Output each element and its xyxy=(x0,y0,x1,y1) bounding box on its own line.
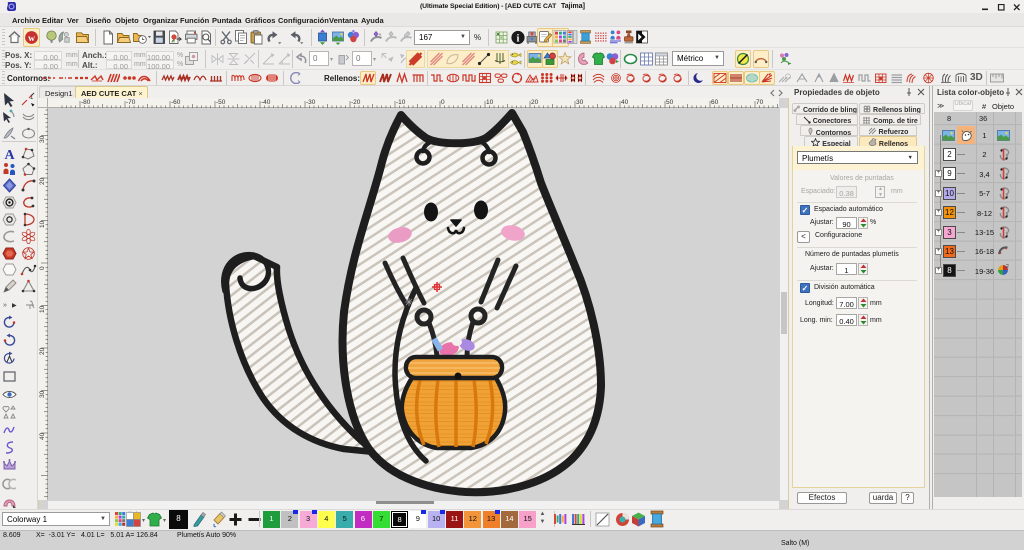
svg-text:w: w xyxy=(28,34,35,44)
svg-text:A: A xyxy=(4,148,15,162)
svg-text:2: 2 xyxy=(1006,264,1009,270)
svg-text:1: 1 xyxy=(30,95,34,101)
svg-text:i: i xyxy=(517,34,520,45)
